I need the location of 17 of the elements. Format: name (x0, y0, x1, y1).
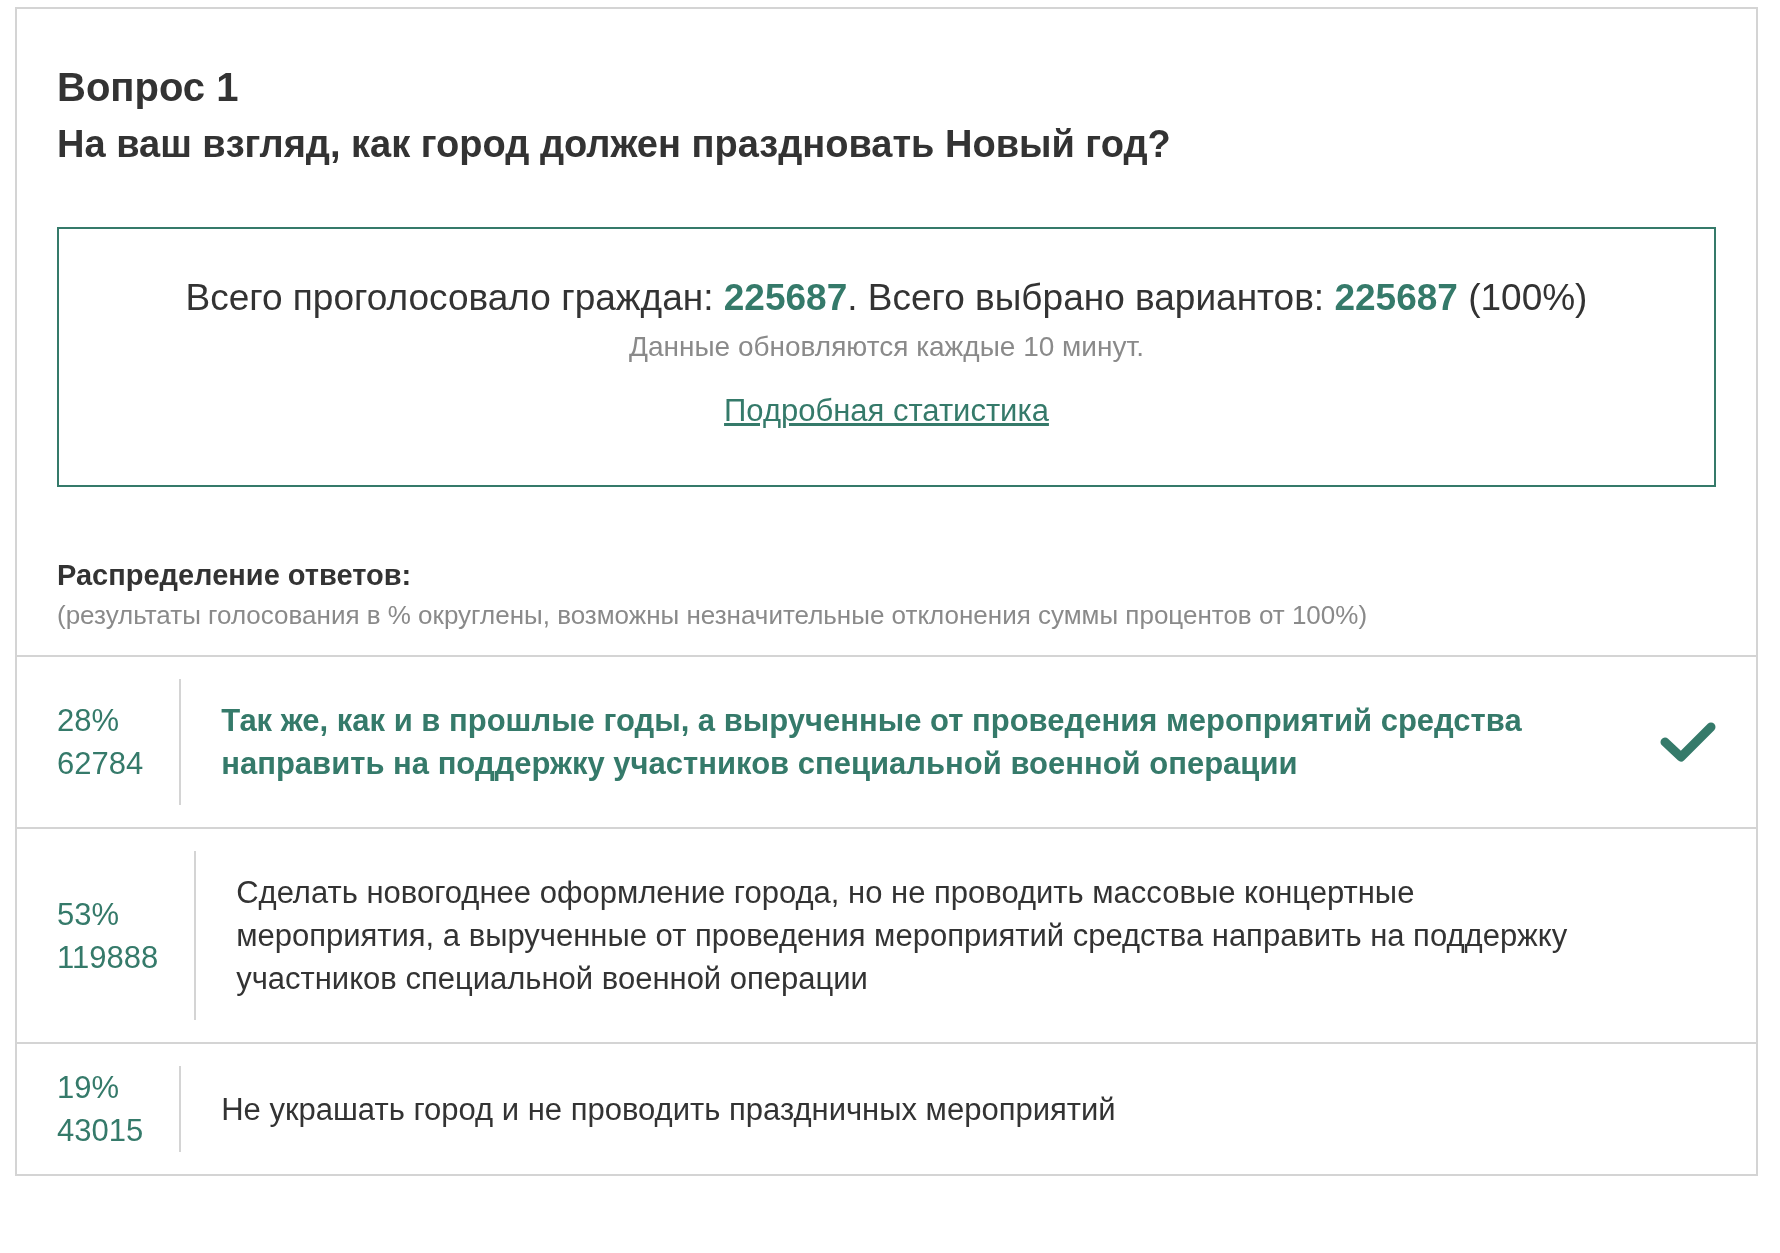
answer-count: 43015 (57, 1112, 144, 1150)
statistics-link[interactable]: Подробная статистика (724, 393, 1049, 429)
update-note: Данные обновляются каждые 10 минут. (629, 331, 1144, 363)
answer-percent: 28% (57, 702, 121, 740)
answer-text: Так же, как и в прошлые годы, а вырученные от проведения мероприятий средства направить на поддержку участников специальной военной операции (220, 702, 1523, 783)
distribution-heading: Распределение ответов: (57, 559, 413, 592)
answer-text: Не украшать город и не проводить праздничных мероприятий (220, 1090, 1117, 1129)
question-text: На ваш взгляд, как город должен праздновать Новый год? (57, 122, 1172, 167)
answer-percent: 53% (57, 895, 121, 934)
answer-text: Сделать новогоднее оформление города, но не проводить массовые концертные мероприятия, а вырученные от проведения мероприятий средства направить на поддержку участников специальной военной операции (235, 874, 1569, 998)
checkmark-icon (1660, 720, 1716, 764)
vote-totals: Всего проголосовало граждан: 225687. Всего выбрано вариантов: 225687 (100%) (185, 277, 1588, 319)
answer-count: 62784 (57, 745, 144, 783)
answer-percent: 19% (57, 1069, 121, 1107)
distribution-note: (результаты голосования в % округлены, возможны незначительные отклонения суммы процентов от 100%) (57, 600, 1369, 632)
question-number: Вопрос 1 (57, 64, 240, 111)
answer-count: 119888 (57, 938, 159, 977)
